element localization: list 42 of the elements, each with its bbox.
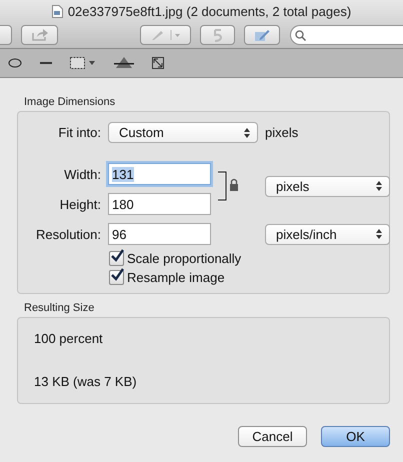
size-unit-popup[interactable]: pixels (265, 176, 390, 196)
field-label: Width: (63, 166, 101, 182)
width-field[interactable]: 131 (108, 163, 211, 185)
edit-icon (254, 28, 270, 42)
checkbox-option[interactable]: Resample image (109, 270, 389, 285)
resolution-unit-popup[interactable]: pixels/inch (265, 224, 390, 244)
text-box-icon[interactable] (70, 57, 96, 69)
percent-text: 100 percent (34, 331, 104, 346)
share-icon (32, 29, 48, 41)
cancel-button[interactable]: Cancel (238, 426, 307, 447)
section-heading: Resulting Size (24, 302, 96, 314)
unit-label: pixels (265, 125, 300, 140)
stepper-icon (376, 181, 382, 191)
ellipse-icon[interactable] (8, 58, 22, 68)
share-button[interactable] (21, 25, 58, 45)
file-size-text: 13 KB (was 7 KB) (34, 374, 138, 389)
field-label: Height: (58, 196, 101, 212)
adjust-color-icon[interactable] (114, 57, 134, 69)
window-title: 02e337975e8ft1.jpg (2 documents, 2 total pages) (68, 4, 352, 18)
resolution-field[interactable]: 96 (108, 223, 211, 245)
field-label: Fit into: (57, 125, 101, 140)
checkbox[interactable] (109, 251, 124, 266)
resize-icon[interactable] (152, 57, 164, 69)
rotate-icon (212, 28, 222, 42)
check-icon (110, 268, 124, 282)
toolbar-button[interactable] (0, 25, 12, 45)
fit-into-popup[interactable]: Custom (108, 122, 258, 143)
stepper-icon (376, 229, 382, 239)
stepper-icon (244, 128, 250, 138)
markup-button[interactable] (140, 25, 191, 45)
pen-icon (150, 29, 180, 41)
document-icon (52, 4, 63, 18)
checkbox[interactable] (109, 270, 124, 285)
check-icon (110, 249, 124, 263)
field-label: Resolution: (34, 226, 101, 242)
edit-button[interactable] (244, 25, 280, 45)
height-field[interactable]: 180 (108, 193, 211, 215)
checkbox-option[interactable]: Scale proportionally (109, 251, 389, 266)
rotate-button[interactable] (200, 25, 235, 45)
search-icon (295, 30, 306, 41)
ok-button[interactable]: OK (321, 426, 390, 447)
section-heading: Image Dimensions (24, 96, 116, 108)
